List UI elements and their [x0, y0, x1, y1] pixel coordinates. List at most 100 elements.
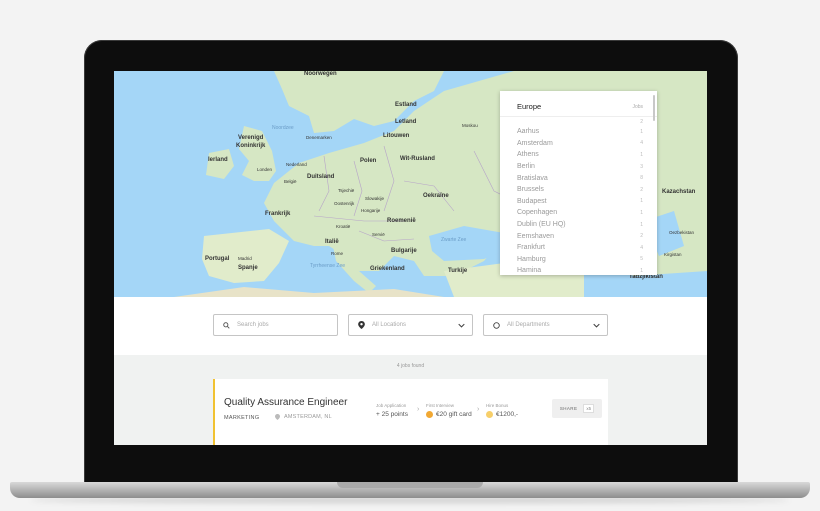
- step-value-text: €20 gift card: [436, 411, 472, 418]
- search-icon: [222, 321, 231, 330]
- city-item[interactable]: Eemshaven 2: [517, 230, 643, 242]
- step-value-text: + 25 points: [376, 411, 408, 418]
- results-section: 4 jobs found Quality Assurance Engineer …: [114, 355, 707, 445]
- step-value-text: €1200,-: [496, 411, 519, 418]
- region-title: Europe: [517, 102, 542, 111]
- label-kazachstan: Kazachstan: [662, 189, 696, 195]
- share-button[interactable]: SHARE x5: [552, 399, 602, 418]
- city-item[interactable]: Hamburg 5: [517, 254, 643, 266]
- location-select[interactable]: All Locations: [348, 314, 473, 336]
- step-value: + 25 points: [376, 411, 408, 418]
- city-item[interactable]: Aarhus 1: [517, 126, 643, 138]
- city-count: 1: [640, 198, 643, 205]
- step-first-interview: First Interview €20 gift card: [426, 403, 472, 418]
- filter-bar: Search jobs All Locations All Department…: [114, 297, 707, 355]
- label-tsjechie: Tsjechië: [338, 188, 355, 193]
- label-hongarije: Hongarije: [361, 208, 381, 213]
- label-kirgistan: Kirgistan: [664, 252, 682, 257]
- job-department: MARKETING: [224, 415, 260, 421]
- city-count: 8: [640, 175, 643, 182]
- label-moskou: Moskou: [462, 123, 478, 128]
- jobs-column-header: Jobs: [632, 104, 643, 110]
- chevron-down-icon: [458, 322, 465, 329]
- city-item[interactable]: Amsterdam 4: [517, 138, 643, 150]
- label-denemarken: Denemarken: [306, 135, 332, 140]
- city-name: Frankfurt: [517, 244, 546, 252]
- label-noordzee: Noordzee: [272, 125, 294, 131]
- step-value: €20 gift card: [426, 411, 472, 418]
- europe-map[interactable]: Noorwegen Estland Letland Litouwen Denem…: [114, 71, 707, 297]
- city-count: 2: [640, 186, 643, 193]
- city-item[interactable]: Athens 1: [517, 149, 643, 161]
- search-input[interactable]: Search jobs: [213, 314, 338, 336]
- city-list: 2 Aarhus 1 Amsterdam 4 Athens 1 Berlin 3 Bra…: [500, 117, 657, 275]
- laptop-notch: [337, 482, 483, 488]
- city-item[interactable]: Berlin 3: [517, 161, 643, 173]
- label-belgie: België: [284, 179, 297, 184]
- city-count: 1: [640, 151, 643, 158]
- job-title[interactable]: Quality Assurance Engineer: [224, 397, 347, 408]
- label-verenigd: Verenigd: [238, 135, 264, 141]
- job-location: AMSTERDAM, NL: [275, 414, 332, 420]
- city-name: Athens: [517, 151, 539, 159]
- city-name: Hamburg: [517, 255, 546, 263]
- location-pin-icon: [357, 321, 366, 330]
- chevron-right-icon: ›: [477, 406, 480, 413]
- share-count: x5: [583, 404, 595, 413]
- city-item[interactable]: Dublin (EU HQ) 1: [517, 219, 643, 231]
- step-label: First Interview: [426, 403, 455, 408]
- city-item[interactable]: Copenhagen 1: [517, 207, 643, 219]
- city-count: 4: [640, 244, 643, 251]
- city-name: Hamina: [517, 267, 542, 275]
- chevron-down-icon: [593, 322, 600, 329]
- label-polen: Polen: [360, 158, 377, 164]
- label-oekraine: Oekraïne: [423, 193, 449, 199]
- city-count: 1: [640, 128, 643, 135]
- chevron-right-icon: ›: [417, 406, 420, 413]
- job-card[interactable]: Quality Assurance Engineer MARKETING AMS…: [213, 379, 608, 445]
- stage: Noorwegen Estland Letland Litouwen Denem…: [0, 0, 820, 511]
- step-value: €1200,-: [486, 411, 518, 418]
- city-count: 1: [640, 267, 643, 274]
- city-count: 1: [640, 221, 643, 228]
- city-count: 4: [640, 140, 643, 147]
- city-name: Eemshaven: [517, 232, 554, 240]
- city-item[interactable]: Bratislava 8: [517, 172, 643, 184]
- label-londen: Londen: [257, 167, 273, 172]
- city-name: Copenhagen: [517, 209, 558, 217]
- city-name: Berlin: [517, 163, 535, 171]
- label-servie: Servië: [372, 232, 385, 237]
- label-kroatie: Kroatië: [336, 224, 351, 229]
- region-total-row: 2: [517, 117, 643, 126]
- city-list-panel[interactable]: Europe Jobs 2 Aarhus 1 Amsterdam 4 Athens 1…: [500, 91, 657, 275]
- city-name: Dublin (EU HQ): [517, 221, 566, 229]
- coin-icon: [486, 411, 493, 418]
- label-roemenie: Roemenië: [387, 218, 416, 224]
- label-nederland: Nederland: [286, 162, 307, 167]
- label-oostenrijk: Oostenrijk: [334, 201, 355, 206]
- department-select[interactable]: All Departments: [483, 314, 608, 336]
- label-turkije: Turkije: [448, 268, 468, 274]
- label-madrid: Madrid: [238, 256, 252, 261]
- label-spanje: Spanje: [238, 265, 258, 271]
- city-item[interactable]: Frankfurt 4: [517, 242, 643, 254]
- city-item[interactable]: Hamina 1: [517, 265, 643, 275]
- label-koninkrijk: Koninkrijk: [236, 143, 266, 149]
- label-oezbekistan: Oezbekistan: [669, 230, 695, 235]
- region-total-count: 2: [640, 118, 643, 125]
- step-hire-bonus: Hire Bonus €1200,-: [486, 403, 518, 418]
- city-name: Amsterdam: [517, 139, 553, 147]
- step-label: Hire Bonus: [486, 403, 509, 408]
- label-ierland: Ierland: [208, 157, 228, 163]
- step-label: Job Application: [376, 403, 407, 408]
- label-bulgarije: Bulgarije: [391, 248, 417, 254]
- city-item[interactable]: Brussels 2: [517, 184, 643, 196]
- city-list-scrollbar[interactable]: [653, 95, 655, 121]
- label-portugal: Portugal: [205, 256, 230, 262]
- location-select-value: All Locations: [372, 322, 407, 328]
- city-item[interactable]: Budapest 1: [517, 196, 643, 208]
- label-griekenland: Griekenland: [370, 266, 405, 272]
- label-frankrijk: Frankrijk: [265, 211, 291, 217]
- city-name: Bratislava: [517, 174, 548, 182]
- label-rome: Rome: [331, 251, 344, 256]
